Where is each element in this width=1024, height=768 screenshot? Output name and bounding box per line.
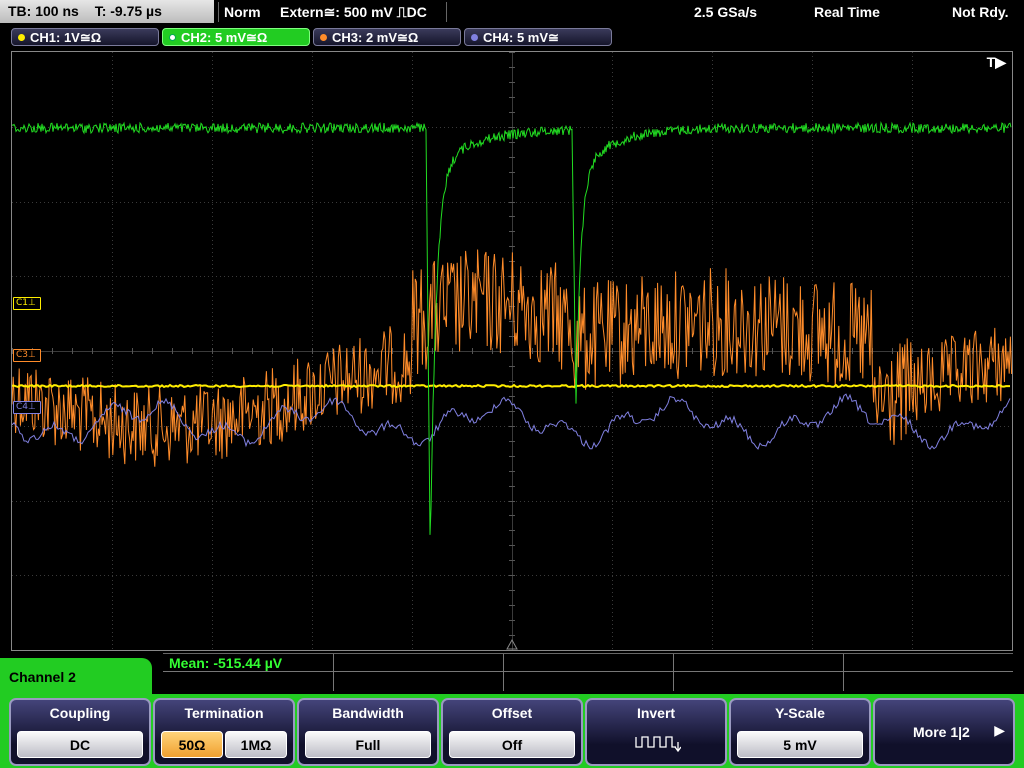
offset-softkey[interactable]: Offset Off [441, 698, 583, 766]
invert-softkey[interactable]: Invert [585, 698, 727, 766]
trigger-time-value: T: -9.75 µs [94, 3, 162, 19]
yscale-title: Y-Scale [775, 705, 825, 721]
termination-50ohm-option[interactable]: 50Ω [161, 731, 223, 758]
measurement-panel: Mean: -515.44 µV [163, 653, 1013, 691]
more-label: More 1|2 [913, 724, 970, 740]
ch4-level-marker[interactable]: C4⊥ [13, 401, 41, 414]
menu-title: Channel 2 [9, 669, 76, 685]
measurement-mean: Mean: -515.44 µV [169, 655, 283, 671]
bandwidth-title: Bandwidth [332, 705, 404, 721]
coupling-softkey[interactable]: Coupling DC [9, 698, 151, 766]
next-page-icon: ▶ [994, 722, 1005, 738]
tab-ch4[interactable]: CH4: 5 mV≅ [464, 28, 612, 46]
acquisition-state: Not Rdy. [952, 4, 1009, 20]
yscale-value[interactable]: 5 mV [737, 731, 863, 758]
timebase-value: TB: 100 ns [8, 3, 79, 19]
waveforms [12, 121, 1012, 535]
tab-ch2[interactable]: CH2: 5 mV≅Ω [162, 28, 310, 46]
ch2-label: CH2: 5 mV≅Ω [181, 30, 268, 45]
waveform-display[interactable]: T▶ C1⊥ C3⊥ C4⊥ [11, 51, 1013, 651]
status-bar: TB: 100 ns T: -9.75 µs Norm Extern≅: 500… [0, 0, 1024, 24]
timebase-box[interactable]: TB: 100 ns T: -9.75 µs [0, 0, 214, 23]
tab-ch1[interactable]: CH1: 1V≅Ω [11, 28, 159, 46]
trigger-position-marker[interactable]: T▶ [987, 54, 1006, 71]
offset-value[interactable]: Off [449, 731, 575, 758]
divider [163, 671, 1013, 672]
ch3-waveform [12, 249, 1012, 467]
trigger-source[interactable]: Extern≅: 500 mV ⎍DC [280, 0, 427, 24]
divider [843, 654, 844, 691]
ch1-waveform [12, 383, 1010, 389]
ch4-label: CH4: 5 mV≅ [483, 30, 559, 45]
offset-title: Offset [491, 705, 533, 721]
bandwidth-value[interactable]: Full [305, 731, 431, 758]
termination-softkey[interactable]: Termination 50Ω 1MΩ [153, 698, 295, 766]
termination-title: Termination [184, 705, 264, 721]
ch3-label: CH3: 2 mV≅Ω [332, 30, 419, 45]
sample-rate: 2.5 GSa/s [694, 4, 758, 20]
separator [446, 2, 447, 22]
divider [503, 654, 504, 691]
ch3-level-marker[interactable]: C3⊥ [13, 349, 41, 362]
coupling-value[interactable]: DC [17, 731, 143, 758]
yscale-softkey[interactable]: Y-Scale 5 mV [729, 698, 871, 766]
tab-ch3[interactable]: CH3: 2 mV≅Ω [313, 28, 461, 46]
ch1-label: CH1: 1V≅Ω [30, 30, 102, 45]
acquisition-mode[interactable]: Real Time [814, 0, 880, 24]
ch4-color-dot [471, 34, 478, 41]
trigger-mode[interactable]: Norm [224, 0, 261, 24]
coupling-title: Coupling [49, 705, 111, 721]
ch3-color-dot [320, 34, 327, 41]
separator [218, 2, 219, 22]
invert-waveform-icon [635, 736, 681, 753]
ch2-color-dot [169, 34, 176, 41]
ch1-level-marker[interactable]: C1⊥ [13, 297, 41, 310]
more-softkey[interactable]: More 1|2 ▶ [873, 698, 1015, 766]
termination-1mohm-option[interactable]: 1MΩ [225, 731, 287, 758]
invert-title: Invert [636, 705, 676, 721]
divider [673, 654, 674, 691]
ch1-color-dot [18, 34, 25, 41]
divider [333, 654, 334, 691]
bandwidth-softkey[interactable]: Bandwidth Full [297, 698, 439, 766]
